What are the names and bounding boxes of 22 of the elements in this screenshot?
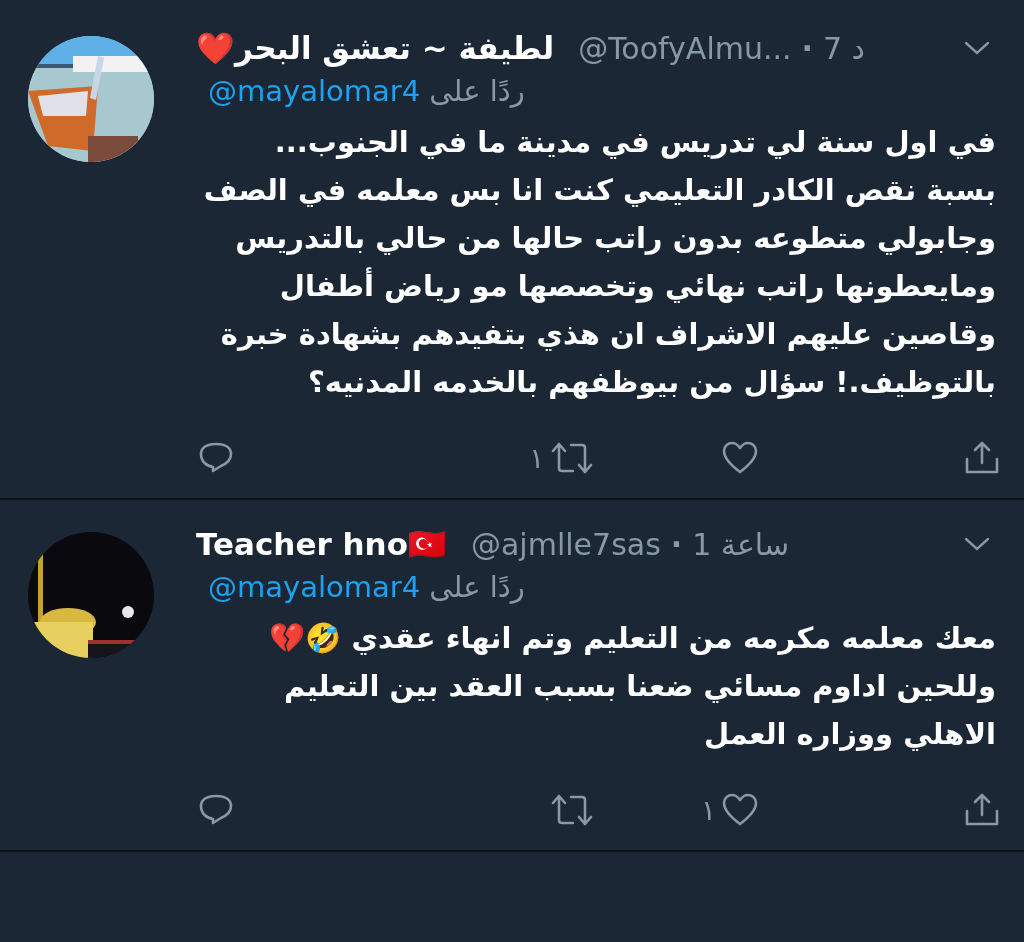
tweet-text: في اول سنة لي تدريس في مدينة ما في الجنوب... بسبة نقص الكادر التعليمي كنت انا بس معلمه في الصف وجابولي متطوعه بدون راتب حالها من حالي بالتدريس ومايعطونها راتب نهائي وتخصصها مو رياض أطفال وقاصين عليهم الاشراف ان هذي بتفيدهم بشهادة خبرة بالتوظيف.! سؤال من بيوظفهم بالخدمه المدنيه؟ — [202, 124, 997, 401]
chevron-icon[interactable] — [964, 536, 990, 552]
display-name: Teacher hno🇹🇷 — [196, 525, 447, 563]
tweet-text: معك معلمه مكرمه من التعليم وتم انهاء عقدي 🤣💔 وللحين اداوم مسائي ضعنا بسبب العقد بين التعليم الاهلي ووزاره العمل — [268, 620, 997, 753]
mention-link[interactable]: @mayalomar4 — [208, 570, 421, 604]
user-handle: @ajmlle7sas — [470, 526, 661, 562]
timestamp: 7 د — [823, 30, 865, 66]
share-icon[interactable] — [964, 792, 1000, 828]
heart-icon[interactable] — [722, 792, 758, 828]
mention-link[interactable]: @mayalomar4 — [208, 74, 421, 108]
action-count: ١ — [700, 793, 716, 827]
chevron-icon[interactable] — [964, 40, 990, 56]
user-handle: @ToofyAlmu... — [578, 30, 792, 66]
action-count: ١ — [529, 441, 545, 475]
separator-dot: · — [801, 30, 813, 66]
retweet-icon[interactable] — [550, 792, 595, 828]
heart-icon[interactable] — [722, 440, 758, 476]
timestamp: 1 ساعة — [692, 526, 790, 562]
share-icon[interactable] — [964, 440, 1000, 476]
display-name: لطيفة ~ تعشق البحر❤ — [196, 29, 555, 67]
retweet-icon[interactable] — [550, 440, 595, 476]
separator-dot: · — [670, 526, 683, 562]
